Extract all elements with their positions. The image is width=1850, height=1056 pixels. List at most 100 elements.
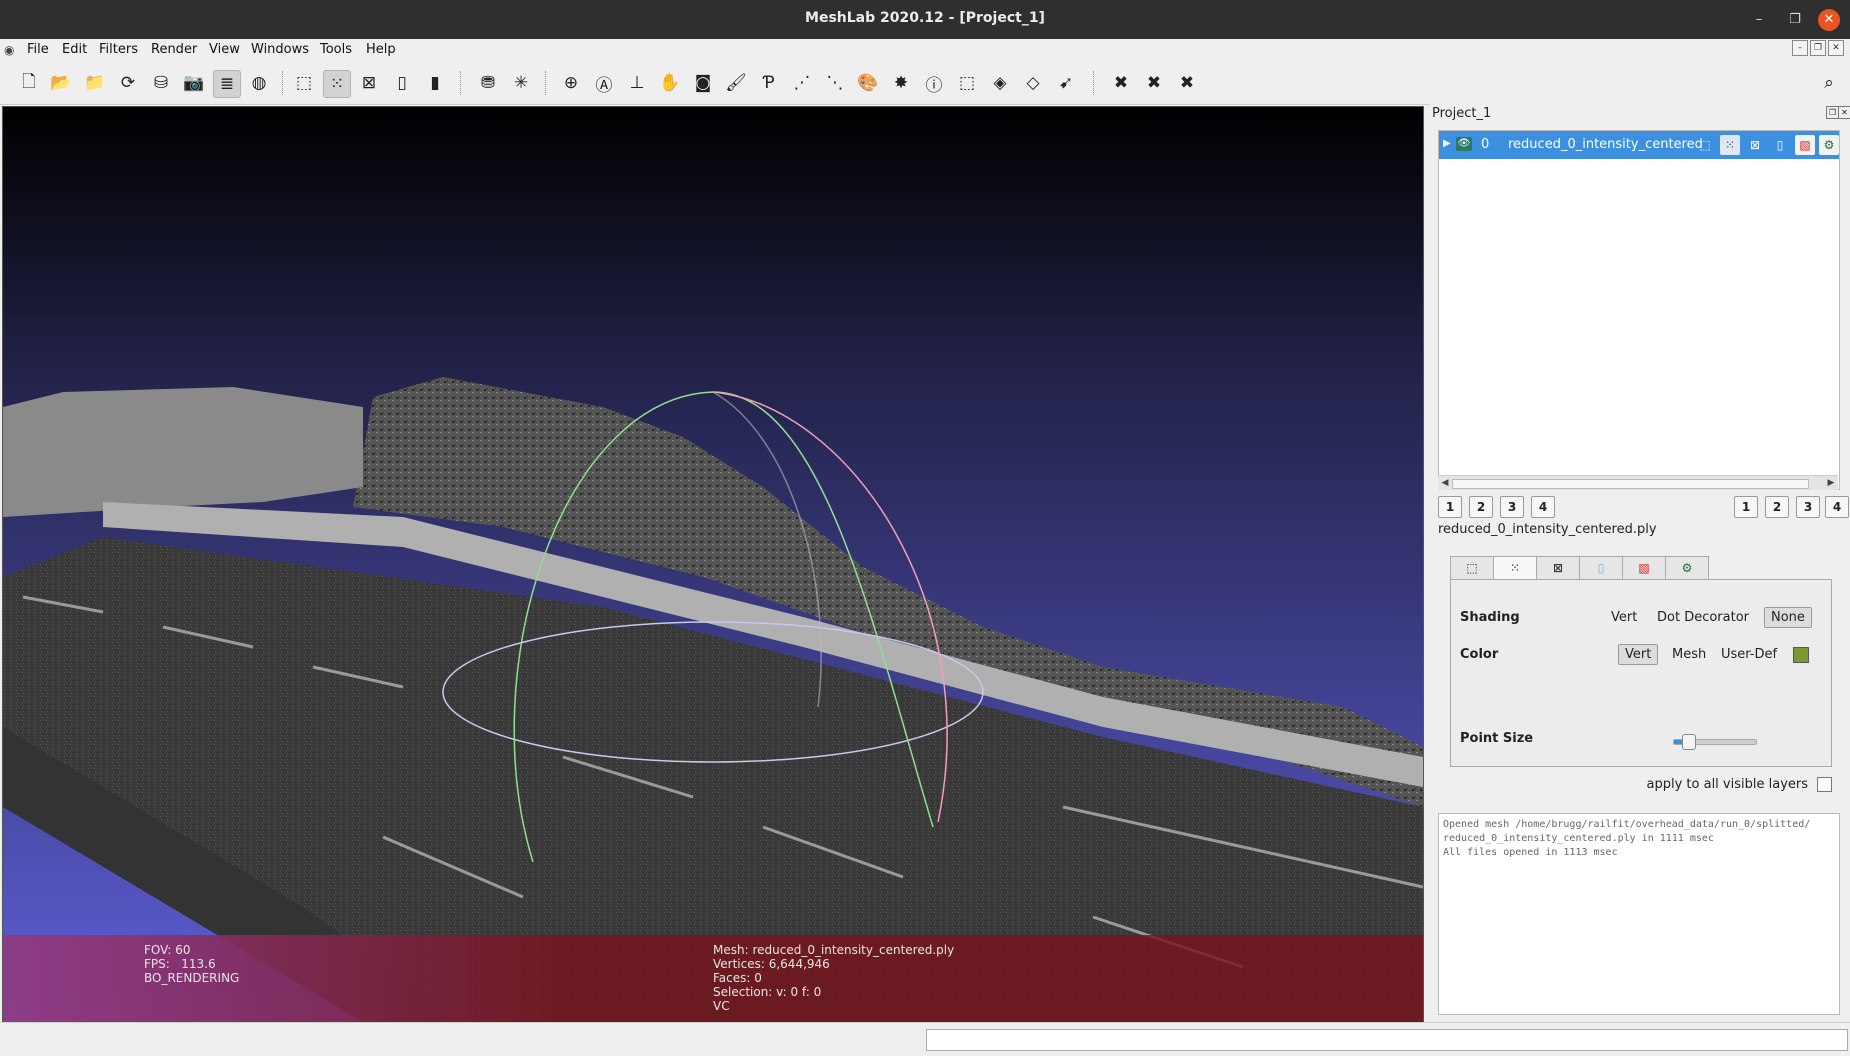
shading-dot-decorator-option[interactable]: Dot Decorator	[1657, 610, 1749, 625]
open-project-icon[interactable]: 📂	[48, 70, 74, 96]
new-project-icon[interactable]: 🗋	[16, 70, 42, 96]
layer-list[interactable]: ▶ 👁 0 reduced_0_intensity_centered ⬚ ⁙ ⊠…	[1438, 130, 1840, 490]
color-label: Color	[1460, 647, 1499, 662]
menu-file[interactable]: File	[27, 42, 49, 57]
layer-wire-icon[interactable]: ⊠	[1745, 135, 1765, 155]
search-icon[interactable]: ⌕	[1816, 70, 1842, 96]
menu-view[interactable]: View	[209, 42, 240, 57]
menu-help[interactable]: Help	[366, 42, 396, 57]
layer-decorator-icon[interactable]: ⚙	[1819, 135, 1839, 155]
point-size-label: Point Size	[1460, 731, 1534, 746]
main-toolbar: 🗋 📂 📁 ⟳ ⛁ 📷 ≣ ◍ ⬚ ⁙ ⊠ ▯ ▮ ⛃ ✳ ⊕ Ⓐ ⊥ ✋ ◙ …	[0, 62, 1850, 105]
user-color-swatch[interactable]	[1793, 647, 1809, 663]
color-mesh-option[interactable]: Mesh	[1672, 647, 1706, 662]
menu-render[interactable]: Render	[151, 42, 197, 57]
shading-none-option[interactable]: None	[1764, 607, 1812, 628]
3d-viewport[interactable]: FOV: 60 FPS: 113.6 BO_RENDERING Mesh: re…	[2, 106, 1424, 1023]
layer-list-hscrollbar[interactable]: ◀ ▶	[1438, 475, 1838, 490]
layer-name[interactable]: reduced_0_intensity_centered	[1508, 137, 1703, 152]
color-vert-option[interactable]: Vert	[1618, 644, 1659, 665]
tab-bbox[interactable]: ⬚	[1450, 556, 1494, 579]
reload-icon[interactable]: ⟳	[115, 70, 141, 96]
delete-faces-vertices-icon[interactable]: ✖	[1174, 70, 1200, 96]
layer-flat-icon[interactable]: ▯	[1770, 135, 1790, 155]
menu-edit[interactable]: Edit	[62, 42, 87, 57]
right-view-button-3[interactable]: 3	[1796, 496, 1820, 518]
bridge	[3, 387, 363, 517]
tab-decorators[interactable]: ⚙	[1665, 556, 1709, 579]
quality-mapper-icon[interactable]: 🎨	[855, 70, 881, 96]
mdi-restore-button[interactable]: ❐	[1810, 40, 1826, 56]
scroll-right-icon[interactable]: ▶	[1824, 476, 1838, 490]
left-view-button-2[interactable]: 2	[1469, 496, 1493, 518]
tab-wireframe[interactable]: ⊠	[1536, 556, 1580, 579]
annotation-icon[interactable]: Ⓐ	[591, 70, 617, 96]
paint-icon[interactable]: 🖌	[723, 70, 749, 96]
measure-icon[interactable]: ⊥	[624, 70, 650, 96]
tab-texture[interactable]: ▧	[1622, 556, 1666, 579]
select-region-icon[interactable]: ◇	[1020, 70, 1046, 96]
points-render-icon[interactable]: ⁙	[323, 70, 351, 98]
color-user-def-option[interactable]: User-Def	[1721, 647, 1777, 662]
select-vertices-icon[interactable]: ⋰	[789, 70, 815, 96]
menu-windows[interactable]: Windows	[251, 42, 309, 57]
raster-layer-icon[interactable]: ◍	[246, 70, 272, 96]
trackball-icon[interactable]: ⊕	[558, 70, 584, 96]
layer-bbox-icon[interactable]: ⬚	[1695, 135, 1715, 155]
export-mesh-icon[interactable]: ⛁	[148, 70, 174, 96]
right-view-button-2[interactable]: 2	[1765, 496, 1789, 518]
snapshot-icon[interactable]: 📷	[181, 70, 207, 96]
tab-solid[interactable]: ▯	[1579, 556, 1623, 579]
scroll-left-icon[interactable]: ◀	[1438, 476, 1452, 490]
point-size-slider-handle[interactable]	[1681, 734, 1696, 750]
layer-texture-icon[interactable]: ▧	[1795, 135, 1815, 155]
wireframe-icon[interactable]: ⊠	[356, 70, 382, 96]
layer-dialog-icon[interactable]: ≣	[213, 70, 241, 98]
panel-close-button[interactable]: ✕	[1838, 106, 1850, 119]
visibility-eye-icon[interactable]: 👁	[1456, 137, 1472, 151]
close-button[interactable]: ✕	[1818, 9, 1840, 31]
point-picker-icon[interactable]: Ƥ	[756, 70, 782, 96]
import-mesh-icon[interactable]: 📁	[82, 70, 108, 96]
select-faces-icon[interactable]: ⋱	[822, 70, 848, 96]
menu-filters[interactable]: Filters	[99, 42, 138, 57]
window-titlebar: MeshLab 2020.12 - [Project_1] – ❐ ✕	[0, 0, 1850, 39]
point-cloud-render	[3, 377, 1423, 1022]
georef-icon[interactable]: ✸	[888, 70, 914, 96]
point-size-slider[interactable]	[1673, 734, 1757, 750]
raster-align-icon[interactable]: ◙	[690, 70, 716, 96]
bounding-box-icon[interactable]: ⬚	[291, 70, 317, 96]
scroll-thumb[interactable]	[1452, 479, 1809, 489]
select-mesh-icon[interactable]: ◈	[987, 70, 1013, 96]
shading-vert-option[interactable]: Vert	[1611, 610, 1637, 625]
mdi-minimize-button[interactable]: –	[1792, 40, 1808, 56]
delete-vertices-icon[interactable]: ✖	[1108, 70, 1134, 96]
log-window[interactable]: Opened mesh /home/brugg/railfit/overhead…	[1438, 813, 1840, 1015]
flat-shading-icon[interactable]: ▯	[389, 70, 415, 96]
log-line: reduced_0_intensity_centered.ply in 1111…	[1443, 833, 1714, 844]
left-view-button-1[interactable]: 1	[1438, 496, 1462, 518]
left-view-button-4[interactable]: 4	[1531, 496, 1555, 518]
apply-all-checkbox[interactable]	[1817, 777, 1832, 792]
right-view-button-4[interactable]: 4	[1825, 496, 1849, 518]
tab-points[interactable]: ⁙	[1493, 556, 1537, 581]
restore-button[interactable]: ❐	[1784, 9, 1806, 31]
app-menu-icon[interactable]: ◉	[4, 43, 14, 57]
left-view-button-3[interactable]: 3	[1500, 496, 1524, 518]
layer-dialog: Project_1 ❐ ✕ ▶ 👁 0 reduced_0_intensity_…	[1430, 104, 1850, 1020]
info-icon[interactable]: ⓘ	[921, 70, 947, 96]
smooth-shading-icon[interactable]: ▮	[422, 70, 448, 96]
mdi-close-button[interactable]: ✕	[1828, 40, 1844, 56]
layer-row[interactable]: ▶ 👁 0 reduced_0_intensity_centered ⬚ ⁙ ⊠…	[1439, 131, 1839, 159]
expand-arrow-icon[interactable]: ▶	[1443, 138, 1451, 149]
menu-tools[interactable]: Tools	[320, 42, 352, 57]
layer-points-icon[interactable]: ⁙	[1720, 135, 1740, 155]
right-view-button-1[interactable]: 1	[1734, 496, 1758, 518]
layers-stack-icon[interactable]: ⛃	[475, 70, 501, 96]
pointer-select-icon[interactable]: ➹	[1053, 70, 1079, 96]
select-connected-icon[interactable]: ⬚	[954, 70, 980, 96]
delete-faces-icon[interactable]: ✖	[1141, 70, 1167, 96]
align-tool-icon[interactable]: ✋	[657, 70, 683, 96]
axis-icon[interactable]: ✳	[508, 70, 534, 96]
minimize-button[interactable]: –	[1748, 9, 1770, 31]
